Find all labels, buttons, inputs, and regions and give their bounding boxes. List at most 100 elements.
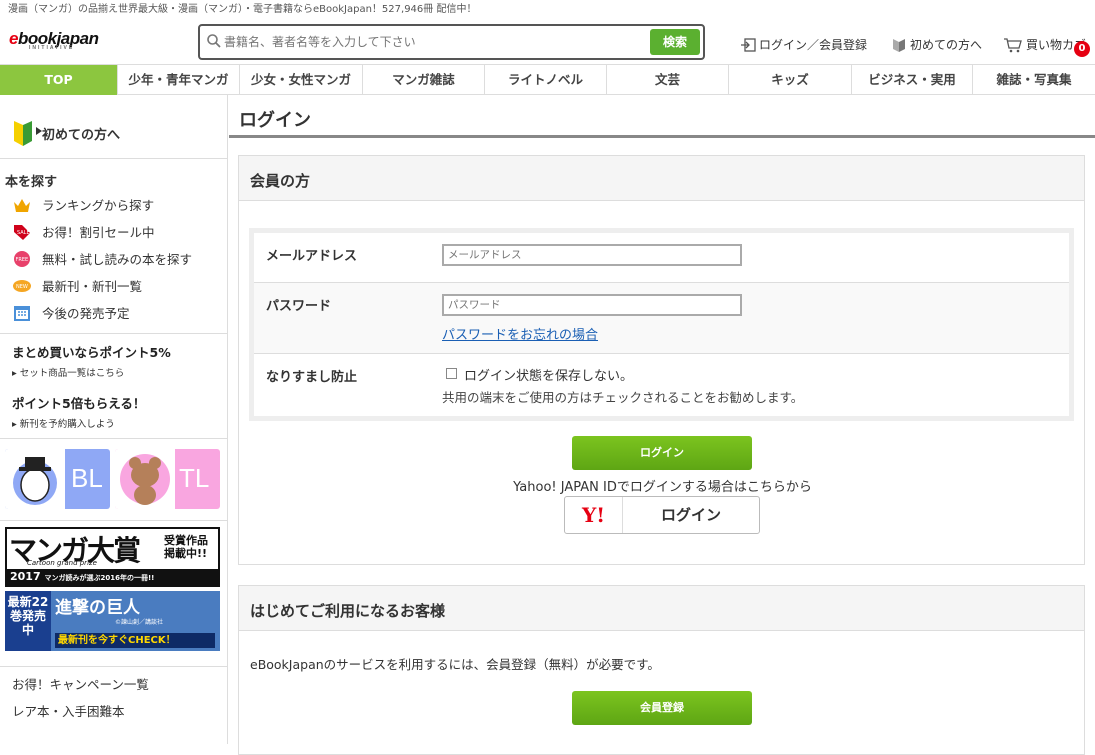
member-header: 会員の方 [239,156,1084,201]
search-icon [207,34,221,48]
attack-on-titan-banner[interactable]: 最新22巻発売中 進撃の巨人 ©諫山創／講談社 最新刊を今すぐCHECK！ [5,591,220,651]
password-field[interactable] [442,294,742,316]
search-button[interactable]: 検索 [650,29,700,55]
sidebar-item-new[interactable]: NEW 最新刊・新刊一覧 [0,272,227,299]
calendar-icon [14,305,30,321]
email-label: メールアドレス [266,249,358,264]
newcomer-header: はじめてご利用になるお客様 [239,586,1084,631]
nav-manga-magazine[interactable]: マンガ雑誌 [363,65,485,95]
spoof-label: なりすまし防止 [266,370,358,385]
sidebar-item-sale[interactable]: SALE お得！割引セール中 [0,218,227,245]
beginner-mark-icon [14,121,32,146]
promo-points-link-text: 新刊を予約購入しよう [19,419,115,430]
svg-text:FREE: FREE [16,257,29,263]
new-badge-icon: NEW [13,279,31,292]
campaign-banners: マンガ大賞 Cartoon grand prize 2017 マンガ読みが選ぶ2… [0,520,227,666]
bl-mascot-icon [5,449,65,509]
nav-kids[interactable]: キッズ [729,65,852,95]
svg-text:SALE: SALE [17,230,30,236]
promo-bulk-title: まとめ買いならポイント5% [12,345,171,360]
yahoo-login-label: ログイン [660,506,721,524]
sidebar-item-label: 最新刊・新刊一覧 [42,279,143,294]
find-books-heading: 本を探す [5,175,58,190]
search-input[interactable] [224,31,644,53]
sidebar-item-schedule[interactable]: 今後の発売予定 [0,299,227,326]
sidebar-item-label: 今後の発売予定 [42,306,130,321]
aot-title: 進撃の巨人 [55,598,140,618]
manga-award-footer: 2017 マンガ読みが選ぶ2016年の一冊!! [7,569,218,585]
sidebar-item-label: 無料・試し読みの本を探す [42,252,193,267]
first-time-guide[interactable]: 初めての方へ [0,95,227,159]
manga-award-sub: Cartoon grand prize [27,559,97,567]
promo-bulk-link[interactable]: ▸ セット商品一覧はこちら [12,365,227,379]
login-register-label: ログイン／会員登録 [759,38,868,52]
sidebar-item-label: ランキングから探す [42,198,155,213]
sidebar-item-free[interactable]: FREE 無料・試し読みの本を探す [0,245,227,272]
nav-shonen-seinen[interactable]: 少年・青年マンガ [118,65,240,95]
first-time-guide-label: 初めての方へ [42,128,121,143]
login-form: メールアドレス パスワード パスワードをお忘れの場合 なりすまし防止 ログイン状… [249,228,1074,421]
logo-e: e [9,29,18,48]
manga-award-banner[interactable]: マンガ大賞 Cartoon grand prize 2017 マンガ読みが選ぶ2… [5,527,220,587]
tl-label: TL [179,463,210,493]
left-sidebar: 初めての方へ 本を探す ランキングから探す SALE お得！割引セール中 FRE… [0,95,228,744]
aot-new-volume: 最新22巻発売中 [5,591,51,651]
top-announcement: 漫画（マンガ）の品揃え世界最大級・漫画（マンガ）・電子書籍ならeBookJapa… [8,4,477,15]
promo-points-title: ポイント5倍もらえる！ [12,396,146,411]
nav-top[interactable]: TOP [0,65,118,95]
password-label: パスワード [266,299,332,314]
sidebar-item-ranking[interactable]: ランキングから探す [0,191,227,218]
login-register-link[interactable]: ログイン／会員登録 [740,36,867,53]
password-row: パスワード パスワードをお忘れの場合 [254,283,1069,354]
tl-banner[interactable]: TL [115,449,220,509]
spoof-prevention-row: なりすまし防止 ログイン状態を保存しない。 共用の端末をご使用の方はチェックされ… [254,354,1069,416]
aot-credit: ©諫山創／講談社 [115,619,164,626]
free-badge-icon: FREE [14,250,30,267]
login-button[interactable]: ログイン [572,436,752,470]
keep-login-checkbox[interactable] [446,368,457,379]
promo-points-link[interactable]: ▸ 新刊を予約購入しよう [12,416,227,430]
forgot-password-link[interactable]: パスワードをお忘れの場合 [442,324,598,343]
bl-banner[interactable]: BL [5,449,110,509]
shared-terminal-note: 共用の端末をご使用の方はチェックされることをお勧めします。 [442,390,804,405]
sidebar-links: お得！キャンペーン一覧 レア本・入手困難本 [0,666,227,725]
manga-award-side: 受賞作品掲載中!! [164,534,208,560]
register-button[interactable]: 会員登録 [572,691,752,725]
aot-cta: 最新刊を今すぐCHECK！ [55,633,215,648]
email-row: メールアドレス [254,233,1069,283]
main-nav: TOP 少年・青年マンガ 少女・女性マンガ マンガ雑誌 ライトノベル 文芸 キッ… [0,64,1095,95]
cart-icon [1004,37,1022,52]
newcomer-box: はじめてご利用になるお客様 eBookJapanのサービスを利用するには、会員登… [238,585,1085,755]
sidebar-item-label: お得！割引セール中 [42,225,155,240]
nav-light-novel[interactable]: ライトノベル [485,65,607,95]
sale-tag-icon: SALE [14,224,30,240]
main-content: ログイン 会員の方 メールアドレス パスワード パスワードをお忘れの場合 なりす… [229,95,1095,755]
manga-award-year: 2017 [10,570,41,583]
nav-business[interactable]: ビジネス・実用 [852,65,973,95]
nav-literature[interactable]: 文芸 [607,65,729,95]
genre-banners: BL TL [0,438,227,520]
logo-sub: INITIATIVE [29,45,75,51]
manga-award-tagline: マンガ読みが選ぶ2016年の一冊!! [44,574,155,582]
svg-text:NEW: NEW [16,284,28,290]
email-field[interactable] [442,244,742,266]
nav-magazine-photo[interactable]: 雑誌・写真集 [973,65,1095,95]
tl-bear-icon [115,449,175,509]
promo-bulk-link-text: セット商品一覧はこちら [19,368,125,379]
promo-bulk[interactable]: まとめ買いならポイント5% ▸ セット商品一覧はこちら ポイント5倍もらえる！ … [0,333,227,430]
first-time-link[interactable]: 初めての方へ [891,36,982,53]
beginner-mark-icon [893,38,905,52]
search-bar: 検索 [198,24,705,60]
bl-label: BL [71,463,103,493]
yahoo-note: Yahoo! JAPAN IDでログインする場合はこちらから [513,480,812,495]
sidebar-link-rare-books[interactable]: レア本・入手困難本 [0,698,227,725]
sidebar-link-campaigns[interactable]: お得！キャンペーン一覧 [0,671,227,698]
site-logo[interactable]: ebookjapan INITIATIVE [9,29,99,51]
crown-icon [14,198,30,212]
yahoo-login-button[interactable]: Y! ログイン [564,496,760,534]
site-header: ebookjapanINITIATIVE 検索 ログイン／会員登録 初めての方へ… [0,20,1095,64]
login-icon [741,37,756,52]
member-login-box: 会員の方 メールアドレス パスワード パスワードをお忘れの場合 なりすまし防止 … [238,155,1085,565]
cart-count-badge: 0 [1074,41,1090,57]
nav-shojo-josei[interactable]: 少女・女性マンガ [240,65,363,95]
